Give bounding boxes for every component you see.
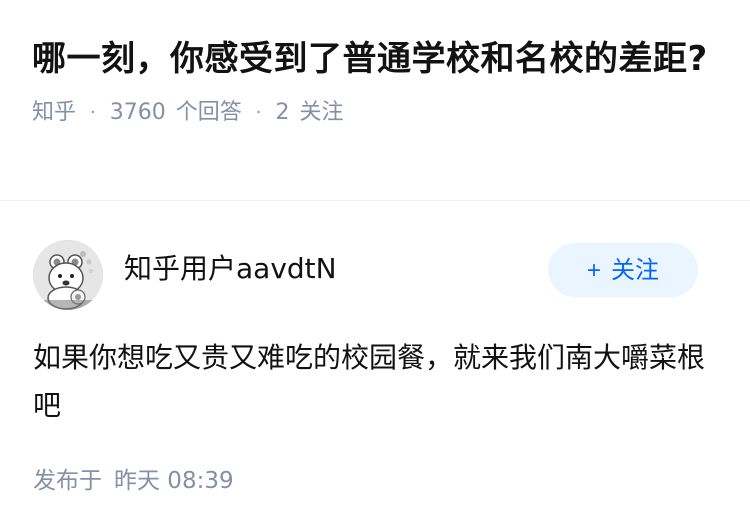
publish-time: 昨天 08:39: [114, 468, 234, 494]
answer-timestamp: 发布于 昨天 08:39: [33, 466, 234, 496]
follow-count: 2: [275, 100, 290, 125]
answer-card: 知乎用户aavdtN + 关注 如果你想吃又贵又难吃的校园餐，就来我们南大嚼菜根吧…: [0, 201, 750, 494]
follow-count-label: 关注: [299, 100, 344, 125]
answer-count-label: 个回答: [175, 100, 242, 125]
publish-label: 发布于: [33, 468, 102, 494]
author-row: 知乎用户aavdtN + 关注: [0, 201, 750, 311]
answer-content: 如果你想吃又贵又难吃的校园餐，就来我们南大嚼菜根吧: [33, 341, 706, 422]
separator-dot: ·: [90, 102, 96, 123]
question-header: 哪一刻，你感受到了普通学校和名校的差距? 知乎 · 3760 个回答 · 2 关…: [0, 0, 750, 128]
question-title[interactable]: 哪一刻，你感受到了普通学校和名校的差距?: [32, 34, 710, 84]
avatar[interactable]: [33, 240, 103, 310]
author-name[interactable]: 知乎用户aavdtN: [124, 251, 337, 287]
question-meta: 知乎 · 3760 个回答 · 2 关注: [32, 98, 710, 128]
zhihu-answer-page: 哪一刻，你感受到了普通学校和名校的差距? 知乎 · 3760 个回答 · 2 关…: [0, 0, 750, 532]
bear-avatar-icon: [33, 240, 103, 310]
source-label[interactable]: 知乎: [32, 98, 76, 128]
follow-button-label: 关注: [611, 257, 659, 284]
follow-button[interactable]: + 关注: [548, 243, 698, 297]
answer-count: 3760: [109, 100, 166, 125]
separator-dot: ·: [255, 102, 262, 123]
plus-icon: +: [586, 257, 601, 284]
